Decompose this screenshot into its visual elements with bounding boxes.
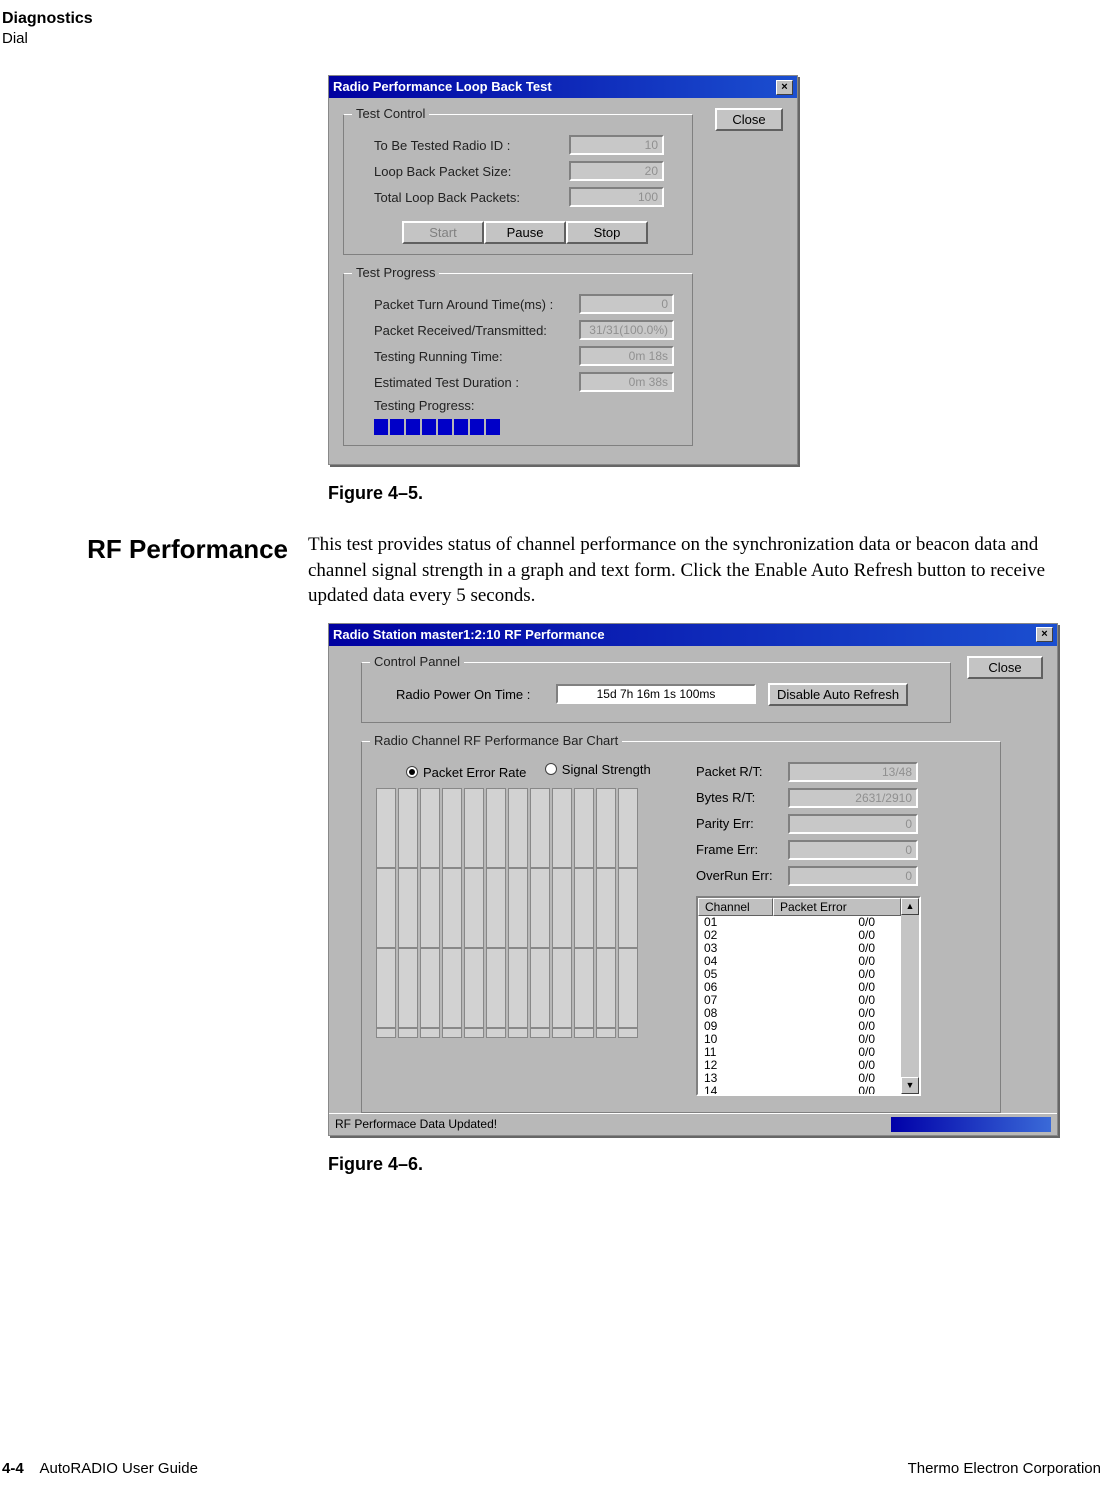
signal-strength-radio[interactable]: Signal Strength [545,762,651,777]
table-row[interactable]: 080/0 [698,1007,901,1020]
table-scrollbar[interactable]: ▲ ▼ [901,898,919,1094]
close-button[interactable]: Close [967,656,1043,679]
stop-button[interactable]: Stop [566,221,648,244]
power-on-value: 15d 7h 16m 1s 100ms [556,684,756,704]
table-col-packet-error[interactable]: Packet Error [773,898,901,916]
loopback-dialog: Radio Performance Loop Back Test × Close… [328,75,798,465]
close-icon[interactable]: × [776,80,793,95]
close-button[interactable]: Close [715,108,783,131]
bytes-rt-value: 2631/2910 [788,788,918,808]
corporation-name: Thermo Electron Corporation [908,1460,1101,1477]
table-row[interactable]: 140/0 [698,1085,901,1096]
test-progress-legend: Test Progress [352,265,439,280]
bar-chart-legend: Radio Channel RF Performance Bar Chart [370,733,622,748]
table-row[interactable]: 040/0 [698,955,901,968]
rf-performance-heading: RF Performance [0,532,308,609]
figure-4-5-caption: Figure 4–5. [328,483,1088,504]
loopback-dialog-title: Radio Performance Loop Back Test [333,76,552,98]
parity-err-label: Parity Err: [696,816,788,831]
packet-rt-value: 13/48 [788,762,918,782]
page-number: 4-4 [2,1460,24,1477]
page-header-title: Diagnostics [2,10,1105,28]
recv-trans-label: Packet Received/Transmitted: [374,323,579,338]
table-row[interactable]: 090/0 [698,1020,901,1033]
table-row[interactable]: 070/0 [698,994,901,1007]
table-row[interactable]: 110/0 [698,1046,901,1059]
running-time-label: Testing Running Time: [374,349,579,364]
channel-table: Channel Packet Error 010/0020/0030/0040/… [696,896,921,1096]
table-row[interactable]: 010/0 [698,916,901,929]
control-panel-legend: Control Pannel [370,654,464,669]
rf-dialog-title: Radio Station master1:2:10 RF Performanc… [333,624,605,646]
frame-err-label: Frame Err: [696,842,788,857]
power-on-label: Radio Power On Time : [396,687,556,702]
bytes-rt-label: Bytes R/T: [696,790,788,805]
bar-chart [376,788,676,1038]
estimated-duration-value: 0m 38s [579,372,674,392]
table-row[interactable]: 120/0 [698,1059,901,1072]
table-row[interactable]: 020/0 [698,929,901,942]
auto-refresh-button[interactable]: Disable Auto Refresh [768,683,908,706]
packet-size-field[interactable]: 20 [569,161,664,181]
packet-error-radio-label: Packet Error Rate [423,765,526,780]
status-text: RF Performace Data Updated! [335,1117,497,1131]
page-header-subtitle: Dial [2,30,1105,47]
estimated-duration-label: Estimated Test Duration : [374,375,579,390]
scroll-down-icon[interactable]: ▼ [901,1077,919,1094]
table-row[interactable]: 050/0 [698,968,901,981]
packet-rt-label: Packet R/T: [696,764,788,779]
overrun-err-value: 0 [788,866,918,886]
rf-performance-body: This test provides status of channel per… [308,532,1083,609]
figure-4-6-caption: Figure 4–6. [328,1154,1088,1175]
table-col-channel[interactable]: Channel [698,898,773,916]
radio-id-label: To Be Tested Radio ID : [374,138,569,153]
pause-button[interactable]: Pause [484,221,566,244]
frame-err-value: 0 [788,840,918,860]
start-button[interactable]: Start [402,221,484,244]
signal-strength-radio-label: Signal Strength [562,762,651,777]
table-row[interactable]: 060/0 [698,981,901,994]
running-time-value: 0m 18s [579,346,674,366]
guide-name: AutoRADIO User Guide [40,1460,198,1477]
parity-err-value: 0 [788,814,918,834]
turnaround-label: Packet Turn Around Time(ms) : [374,297,579,312]
rf-performance-dialog: Radio Station master1:2:10 RF Performanc… [328,623,1058,1136]
table-row[interactable]: 130/0 [698,1072,901,1085]
packet-size-label: Loop Back Packet Size: [374,164,569,179]
overrun-err-label: OverRun Err: [696,868,788,883]
recv-trans-value: 31/31(100.0%) [579,320,674,340]
status-grip [891,1117,1051,1132]
total-packets-field[interactable]: 100 [569,187,664,207]
total-packets-label: Total Loop Back Packets: [374,190,569,205]
radio-id-field[interactable]: 10 [569,135,664,155]
table-row[interactable]: 100/0 [698,1033,901,1046]
close-icon[interactable]: × [1036,627,1053,642]
turnaround-value: 0 [579,294,674,314]
scroll-up-icon[interactable]: ▲ [901,898,919,915]
progress-label: Testing Progress: [374,398,579,413]
packet-error-radio[interactable]: Packet Error Rate [406,765,526,780]
progress-bar [374,419,678,435]
table-row[interactable]: 030/0 [698,942,901,955]
test-control-legend: Test Control [352,106,429,121]
